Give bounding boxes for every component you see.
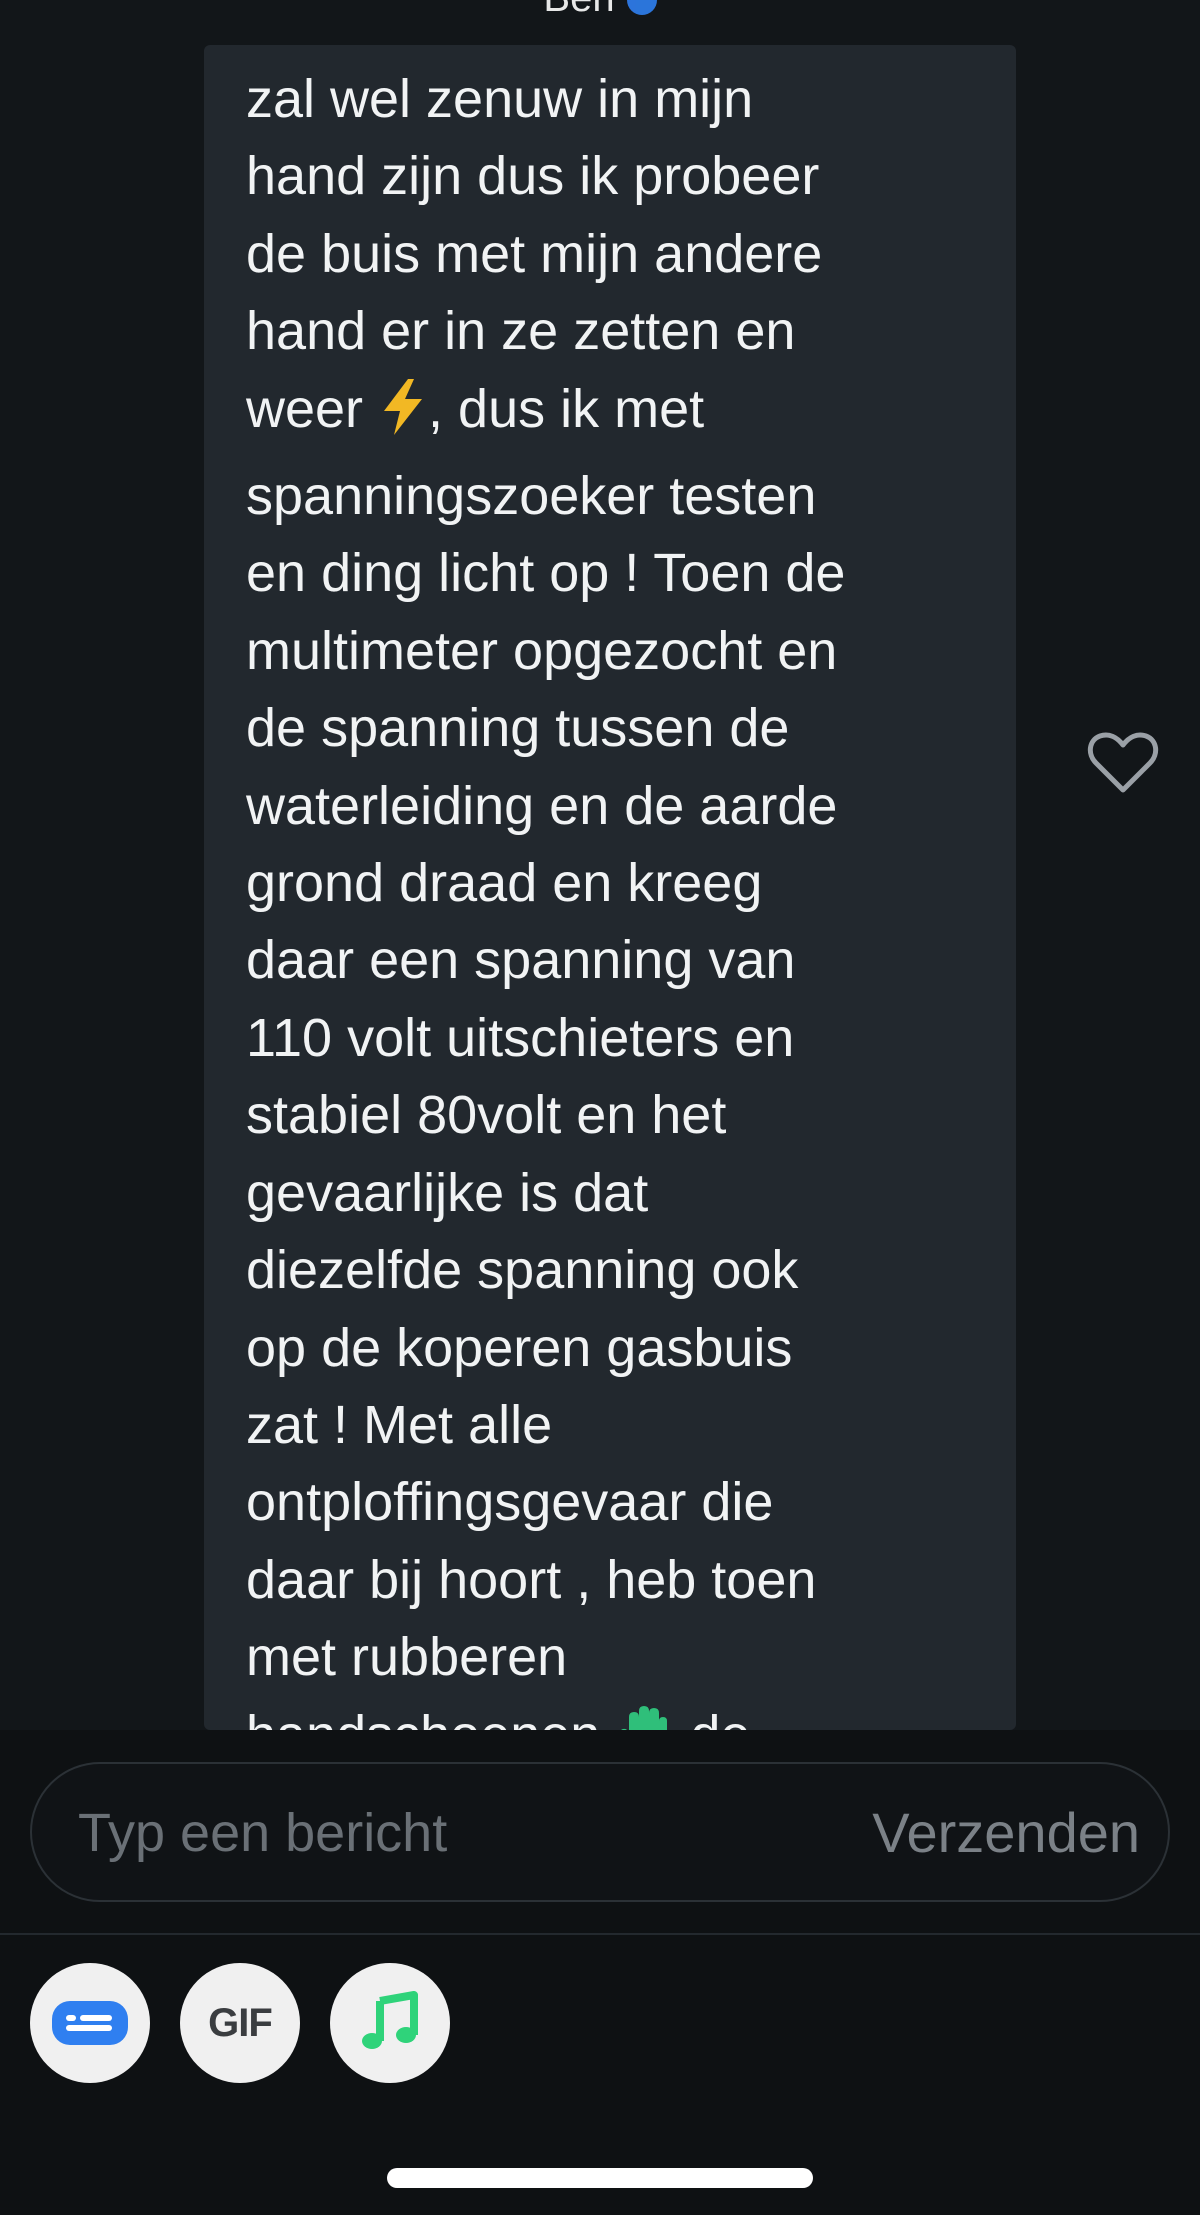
message-text-part-3: de bbox=[675, 1705, 750, 1730]
home-indicator[interactable] bbox=[387, 2168, 813, 2188]
lightning-bolt-icon bbox=[378, 377, 428, 458]
heart-icon bbox=[1087, 732, 1159, 793]
verified-badge-icon bbox=[626, 0, 657, 16]
message-bubble[interactable]: zal wel zenuw in mijn hand zijn dus ik p… bbox=[204, 45, 1016, 1730]
like-heart-button[interactable] bbox=[1086, 728, 1160, 796]
divider bbox=[0, 1933, 1200, 1935]
gif-label: GIF bbox=[208, 2000, 273, 2045]
send-button[interactable]: Verzenden bbox=[800, 1797, 1140, 1867]
message-text: zal wel zenuw in mijn hand zijn dus ik p… bbox=[204, 45, 1016, 1730]
music-button[interactable] bbox=[330, 1963, 450, 2083]
card-button[interactable] bbox=[30, 1963, 150, 2083]
card-icon bbox=[52, 2001, 128, 2045]
chat-header[interactable]: Ben bbox=[0, 0, 1200, 18]
message-text-part-2: , dus ik met spanningszoeker testen en d… bbox=[246, 378, 846, 1730]
message-input[interactable] bbox=[76, 1797, 680, 1869]
glove-icon bbox=[615, 1703, 675, 1730]
gif-button[interactable]: GIF bbox=[180, 1963, 300, 2083]
contact-name: Ben bbox=[543, 0, 614, 20]
music-note-icon bbox=[362, 1991, 418, 2049]
